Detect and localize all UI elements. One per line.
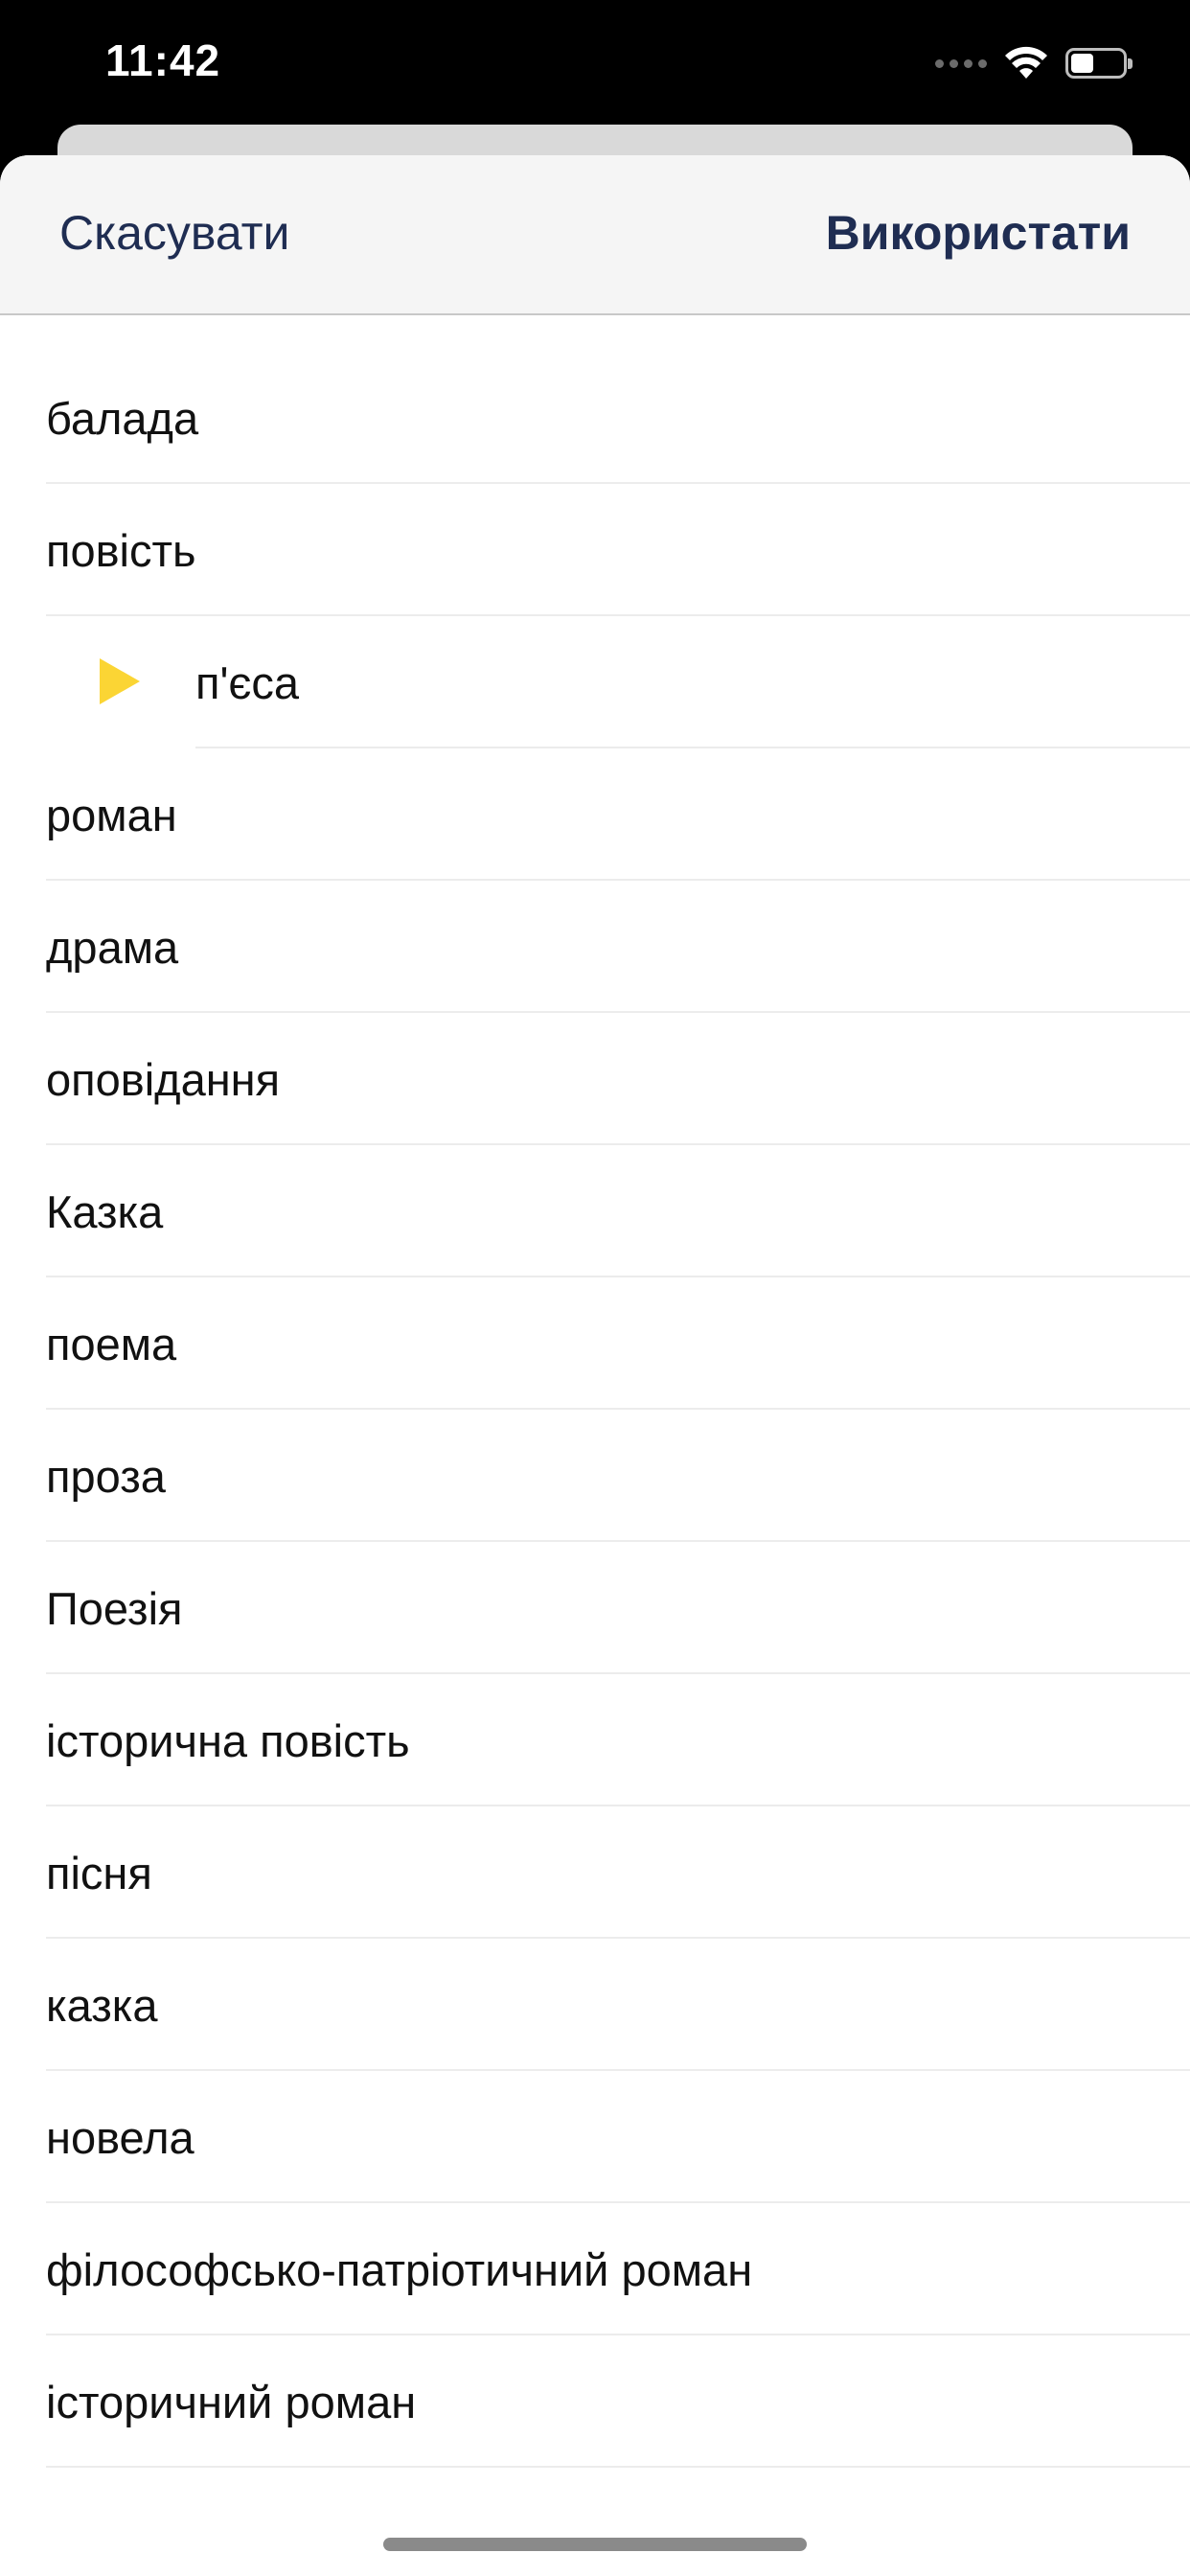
list-item[interactable]: Казка bbox=[0, 1145, 1190, 1277]
list-item-label: Казка bbox=[46, 1186, 164, 1237]
battery-icon bbox=[1065, 48, 1133, 79]
list-item-label: оповідання bbox=[46, 1054, 281, 1105]
list-item[interactable]: філософсько-патріотичний роман bbox=[0, 2203, 1190, 2335]
list-item-label: драма bbox=[46, 922, 179, 973]
list-item[interactable]: балада bbox=[0, 352, 1190, 484]
genre-list: балада повість п'єса роман драма оповідання Ка… bbox=[0, 352, 1190, 2468]
row-divider bbox=[46, 2466, 1190, 2468]
list-item-label: Поезія bbox=[46, 1583, 183, 1634]
use-button[interactable]: Використати bbox=[826, 205, 1131, 261]
list-item-label: філософсько-патріотичний роман bbox=[46, 2244, 753, 2295]
list-item-label: п'єса bbox=[195, 657, 300, 708]
cancel-button[interactable]: Скасувати bbox=[59, 205, 289, 261]
status-time: 11:42 bbox=[105, 35, 221, 85]
list-item[interactable]: поема bbox=[0, 1277, 1190, 1410]
list-item-label: проза bbox=[46, 1451, 166, 1502]
list-item[interactable]: казка bbox=[0, 1939, 1190, 2071]
picker-sheet: Скасувати Використати балада повість п'єса… bbox=[0, 155, 1190, 2576]
wifi-icon bbox=[1005, 46, 1047, 79]
list-item-label: казка bbox=[46, 1980, 158, 2031]
list-item[interactable]: новела bbox=[0, 2071, 1190, 2203]
status-bar: 11:42 bbox=[0, 0, 1190, 126]
list-item-label: роман bbox=[46, 790, 177, 840]
play-icon bbox=[100, 658, 140, 704]
battery-level bbox=[1071, 54, 1093, 73]
list-item[interactable]: історичний роман bbox=[0, 2335, 1190, 2468]
list-item[interactable]: повість bbox=[0, 484, 1190, 616]
cellular-signal-icon bbox=[935, 58, 987, 68]
list-item-label: історичний роман bbox=[46, 2377, 417, 2427]
sheet-header: Скасувати Використати bbox=[0, 155, 1190, 315]
list-item-label: новела bbox=[46, 2112, 195, 2163]
list-item[interactable]: п'єса bbox=[0, 616, 1190, 748]
list-item-label: пісня bbox=[46, 1848, 152, 1898]
list-item-label: балада bbox=[46, 393, 199, 444]
list-item[interactable]: драма bbox=[0, 881, 1190, 1013]
status-icons bbox=[935, 42, 1133, 84]
list-item-label: поема bbox=[46, 1319, 177, 1369]
list-item[interactable]: роман bbox=[0, 748, 1190, 881]
list-item[interactable]: проза bbox=[0, 1410, 1190, 1542]
home-indicator[interactable] bbox=[383, 2538, 807, 2551]
list-item-label: повість bbox=[46, 525, 196, 576]
list-item[interactable]: Поезія bbox=[0, 1542, 1190, 1674]
list-item[interactable]: пісня bbox=[0, 1806, 1190, 1939]
list-item[interactable]: історична повість bbox=[0, 1674, 1190, 1806]
list-item[interactable]: оповідання bbox=[0, 1013, 1190, 1145]
list-item-label: історична повість bbox=[46, 1715, 410, 1766]
